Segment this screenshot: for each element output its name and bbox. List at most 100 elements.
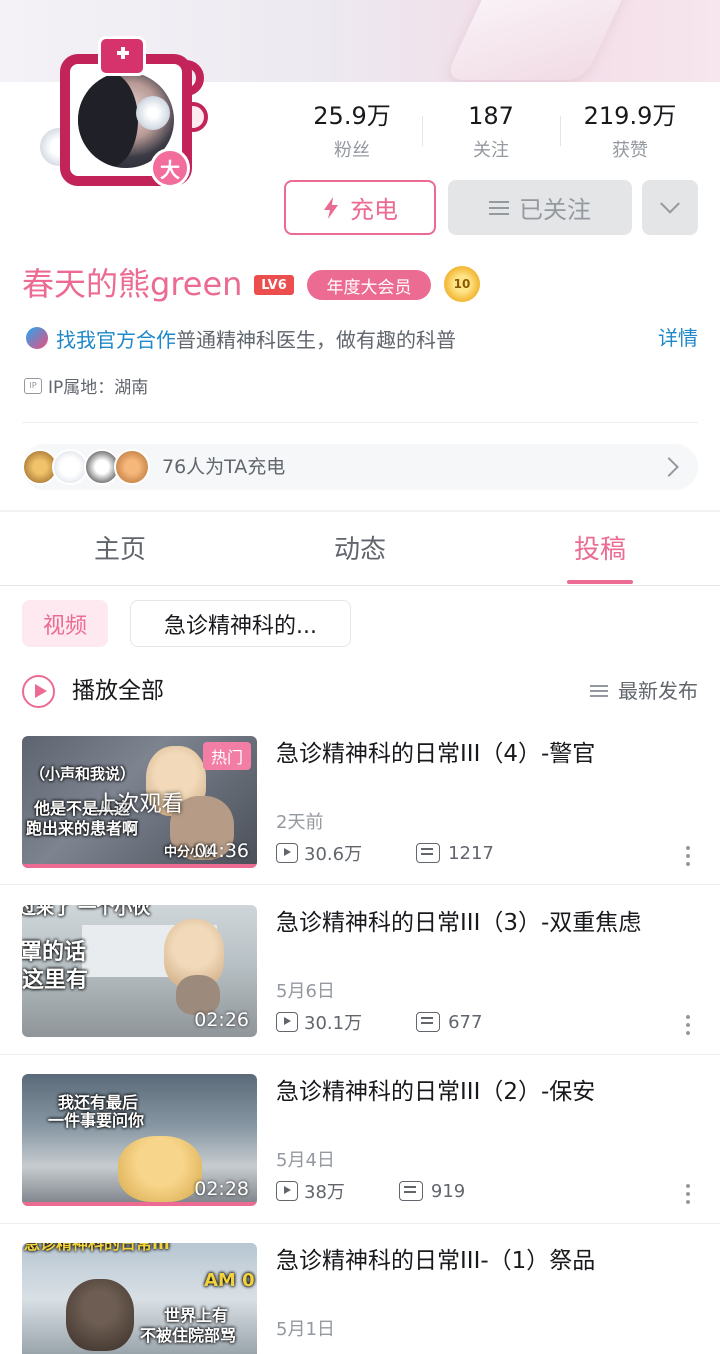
watch-progress	[22, 1202, 257, 1206]
lightning-icon	[324, 196, 338, 219]
hot-tag: 热门	[202, 742, 251, 770]
sort-label: 最新发布	[618, 679, 698, 703]
video-stats: 30.6万 1217	[276, 840, 494, 866]
more-vertical-icon[interactable]	[686, 1182, 690, 1206]
ip-icon: IP	[24, 377, 42, 394]
ip-text: IP属地：湖南	[48, 378, 149, 398]
stat-label: 获赞	[612, 140, 648, 161]
filter-video[interactable]: 视频	[22, 600, 108, 647]
sort-button[interactable]: 最新发布	[590, 676, 698, 706]
tab-home[interactable]: 主页	[60, 528, 180, 572]
video-date: 2天前	[276, 812, 324, 833]
danmaku-count: 919	[430, 1180, 466, 1202]
vip-avatar-badge: 大	[150, 148, 190, 188]
charge-button-label: 充电	[350, 196, 398, 224]
view-count: 38万	[304, 1182, 345, 1203]
sort-icon	[590, 685, 608, 697]
video-title[interactable]: 急诊精神科的日常III-（1）祭品	[276, 1243, 595, 1279]
followed-button-label: 已关注	[519, 196, 591, 224]
danmaku-icon	[416, 843, 441, 863]
video-duration: 04:36	[194, 840, 249, 862]
view-count: 30.1万	[304, 1013, 363, 1034]
danmaku-icon	[398, 1181, 423, 1201]
more-options-button[interactable]	[642, 180, 698, 235]
video-item[interactable]: （小声和我说） 他是不是从这 跑出来的患者啊 中分小伙 上次观看 热门 04:3…	[0, 736, 720, 906]
video-title[interactable]: 急诊精神科的日常III（2）-保安	[276, 1074, 595, 1110]
video-thumbnail[interactable]: （小声和我说） 他是不是从这 跑出来的患者啊 中分小伙 上次观看 热门 04:3…	[22, 736, 257, 868]
bio: 找我官方合作 普通精神科医生，做有趣的科普	[26, 323, 456, 353]
video-thumbnail[interactable]: 我还有最后 一件事要问你 02:28	[22, 1074, 257, 1206]
video-thumbnail[interactable]: 急诊精神科的日常III AM 0 世界上有 不被住院部骂	[22, 1243, 257, 1354]
bio-text: 普通精神科医生，做有趣的科普	[176, 327, 456, 352]
caption-text: 这里有	[22, 968, 89, 993]
username: 春天的熊green	[22, 265, 243, 303]
video-title[interactable]: 急诊精神科的日常III（3）-双重焦虑	[276, 905, 641, 941]
video-thumbnail[interactable]: 过来了 一个小伙 罩的话 这里有 02:26	[22, 905, 257, 1037]
cartoon-character	[66, 1279, 134, 1351]
play-all-button[interactable]: 播放全部	[72, 674, 164, 708]
menu-lines-icon	[489, 200, 509, 215]
video-stats: 38万 919	[276, 1178, 465, 1204]
charge-supporters-bar[interactable]: 76人为TA充电	[22, 444, 698, 490]
cooperation-link[interactable]: 找我官方合作	[56, 324, 176, 353]
vip-tag[interactable]: 年度大会员	[307, 270, 431, 300]
stat-followers[interactable]: 25.9万 粉丝	[282, 100, 422, 162]
danmaku-icon	[416, 1012, 441, 1032]
filter-collection[interactable]: 急诊精神科的...	[130, 600, 351, 647]
avatar[interactable]: 大	[30, 36, 210, 201]
caption-text: 急诊精神科的日常III	[24, 1243, 170, 1253]
more-vertical-icon[interactable]	[686, 844, 690, 868]
section-divider	[0, 510, 720, 512]
charge-count-text: 76人为TA充电	[162, 456, 286, 478]
danmaku-count: 1217	[448, 842, 494, 864]
play-count-icon	[276, 843, 298, 863]
cooperation-icon	[26, 327, 48, 349]
active-tab-indicator	[567, 580, 633, 584]
medical-kit-icon	[98, 36, 146, 76]
play-all-icon[interactable]	[22, 675, 55, 708]
stat-likes[interactable]: 219.9万 获赞	[560, 100, 700, 162]
stat-following[interactable]: 187 关注	[421, 100, 561, 162]
supporter-avatar	[114, 449, 150, 485]
divider	[0, 1054, 720, 1055]
divider	[22, 422, 698, 423]
medal-icon[interactable]: 10	[444, 266, 480, 302]
video-item[interactable]: 过来了 一个小伙 罩的话 这里有 02:26 急诊精神科的日常III（3）-双重…	[0, 905, 720, 1075]
caption-text: 一件事要问你	[48, 1111, 145, 1130]
watch-progress	[22, 864, 257, 868]
stat-label: 关注	[473, 140, 509, 161]
banner-decoration	[444, 0, 636, 80]
divider	[0, 884, 720, 885]
charge-button[interactable]: 充电	[284, 180, 436, 235]
ip-location: IP IP属地：湖南	[24, 373, 148, 398]
tab-dynamic[interactable]: 动态	[300, 528, 420, 572]
play-count-icon	[276, 1012, 298, 1032]
view-count: 30.6万	[304, 844, 363, 865]
video-item[interactable]: 我还有最后 一件事要问你 02:28 急诊精神科的日常III（2）-保安 5月4…	[0, 1074, 720, 1244]
caption-text: AM 0	[204, 1270, 255, 1291]
chevron-down-icon	[660, 193, 680, 214]
video-item[interactable]: 急诊精神科的日常III AM 0 世界上有 不被住院部骂 急诊精神科的日常III…	[0, 1243, 720, 1354]
video-duration: 02:28	[194, 1178, 249, 1200]
stat-value: 187	[468, 102, 514, 130]
caption-text: 罩的话	[22, 940, 87, 965]
caption-text: 我还有最后	[58, 1093, 139, 1112]
video-title[interactable]: 急诊精神科的日常III（4）-警官	[276, 736, 595, 772]
tab-uploads[interactable]: 投稿	[540, 528, 660, 572]
caption-text: 世界上有	[164, 1306, 229, 1325]
divider	[0, 1223, 720, 1224]
details-link[interactable]: 详情	[658, 323, 698, 353]
tabs-border	[0, 585, 720, 586]
supporter-avatar	[52, 449, 88, 485]
video-duration: 02:26	[194, 1009, 249, 1031]
stat-value: 25.9万	[313, 102, 391, 130]
video-date: 5月1日	[276, 1319, 335, 1340]
danmaku-count: 677	[448, 1011, 483, 1033]
video-stats: 30.1万 677	[276, 1009, 482, 1035]
video-date: 5月6日	[276, 981, 335, 1002]
more-vertical-icon[interactable]	[686, 1013, 690, 1037]
followed-button[interactable]: 已关注	[448, 180, 632, 235]
stat-value: 219.9万	[583, 102, 677, 130]
stat-label: 粉丝	[334, 140, 370, 161]
cartoon-character	[118, 1136, 202, 1202]
